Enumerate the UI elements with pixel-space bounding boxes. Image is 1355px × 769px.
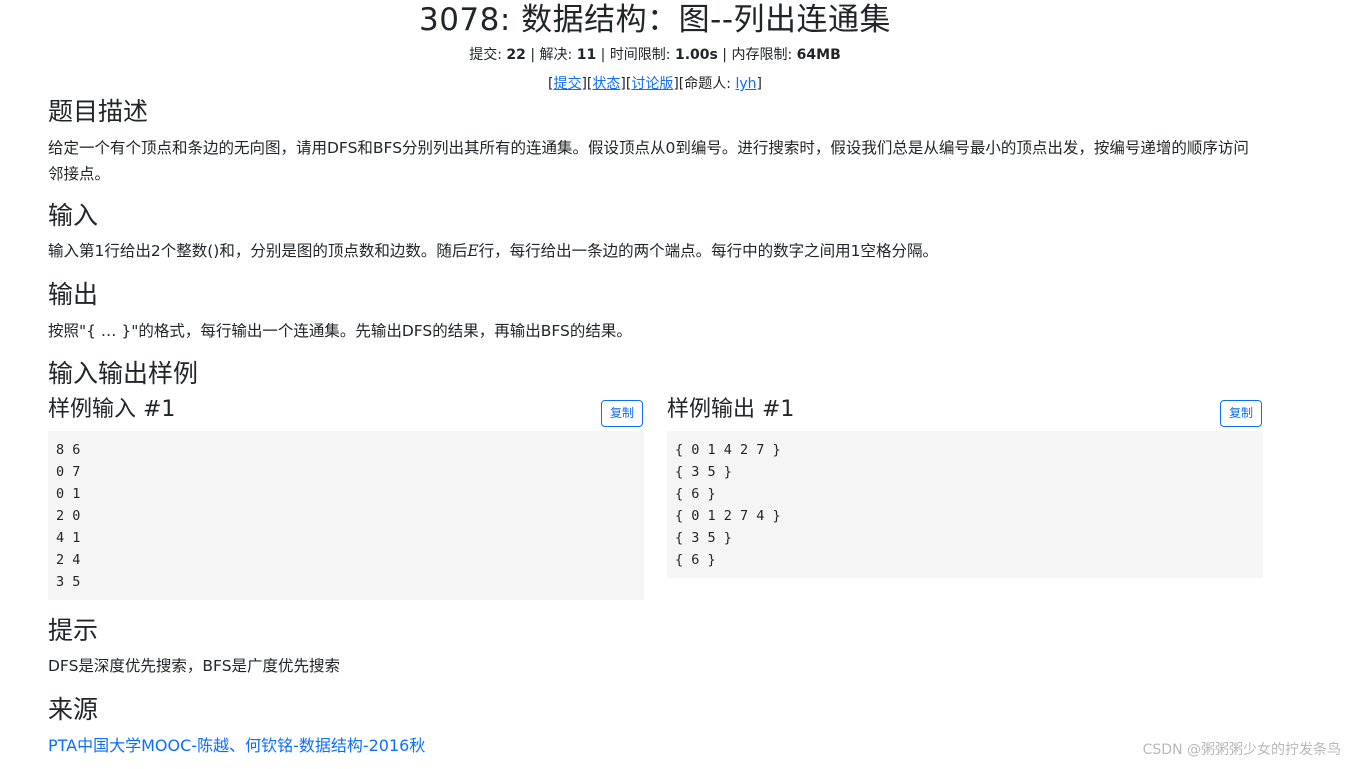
discuss-link[interactable]: 讨论版 xyxy=(631,76,673,92)
source-link[interactable]: PTA中国大学MOOC-陈越、何钦铭-数据结构-2016秋 xyxy=(48,734,425,758)
sample-input-line: 8 6 xyxy=(56,442,81,458)
sample-output-line: { 3 5 } xyxy=(675,530,732,546)
description-text: 给定一个有个顶点和条边的无向图，请用DFS和BFS分别列出其所有的连通集。假设顶… xyxy=(48,139,1249,183)
solved-count-label: 解决: xyxy=(539,47,577,63)
solved-count: 11 xyxy=(576,47,597,63)
hint-heading: 提示 xyxy=(48,616,99,645)
source-heading: 来源 xyxy=(48,695,99,724)
csdn-watermark: CSDN @粥粥粥少女的拧发条鸟 xyxy=(1142,742,1341,758)
sample-output-line: { 6 } xyxy=(675,486,716,502)
sample-output-line: { 6 } xyxy=(675,552,716,568)
sample-input-line: 0 1 xyxy=(56,486,81,502)
sample-output-heading: 样例输出 #1 xyxy=(667,397,795,422)
bracket: ][ xyxy=(581,76,593,92)
input-text: 输入第1行给出2个整数()和，分别是图的顶点数和边数。随后E行，每行给出一条边的… xyxy=(48,238,1258,264)
author-link[interactable]: lyh xyxy=(735,76,756,92)
sample-input-box: 8 6 0 7 0 1 2 0 4 1 2 4 3 5 xyxy=(48,431,644,600)
meta-separator: | xyxy=(525,47,540,63)
sample-input-heading: 样例输入 #1 xyxy=(48,397,176,422)
input-text-part2: 行，每行给出一条边的两个端点。每行中的数字之间用1空格分隔。 xyxy=(478,242,939,260)
description-heading: 题目描述 xyxy=(48,97,149,126)
status-link[interactable]: 状态 xyxy=(592,76,620,92)
sample-output-line: { 0 1 2 7 4 } xyxy=(675,508,781,524)
bracket: ][ xyxy=(673,76,685,92)
math-variable-e: E xyxy=(467,242,479,260)
sample-output-line: { 3 5 } xyxy=(675,464,732,480)
copy-input-button[interactable]: 复制 xyxy=(601,400,643,427)
sample-input-line: 4 1 xyxy=(56,530,81,546)
bracket: ][ xyxy=(620,76,632,92)
sample-input-line: 2 4 xyxy=(56,552,81,568)
submit-count-label: 提交: xyxy=(469,47,507,63)
hint-text: DFS是深度优先搜索，BFS是广度优先搜索 xyxy=(48,657,341,675)
sample-output-line: { 0 1 4 2 7 } xyxy=(675,442,781,458)
meta-separator: | xyxy=(596,47,610,63)
time-limit-value: 1.00s xyxy=(674,47,718,63)
input-heading: 输入 xyxy=(48,201,99,230)
time-limit-label: 时间限制: xyxy=(609,47,675,63)
problem-actions: [提交][状态][讨论版][命题人: lyh] xyxy=(0,73,1310,95)
page-title: 3078: 数据结构：图--列出连通集 xyxy=(418,2,892,38)
output-heading: 输出 xyxy=(48,280,99,309)
sample-output-box: { 0 1 4 2 7 } { 3 5 } { 6 } { 0 1 2 7 4 … xyxy=(667,431,1263,578)
sample-input-line: 0 7 xyxy=(56,464,81,480)
sample-input-line: 2 0 xyxy=(56,508,81,524)
problem-meta: 提交: 22 | 解决: 11 | 时间限制: 1.00s | 内存限制: 64… xyxy=(0,44,1310,66)
copy-output-button[interactable]: 复制 xyxy=(1220,400,1262,427)
meta-separator: | xyxy=(717,47,732,63)
bracket: ] xyxy=(756,76,762,92)
submit-count: 22 xyxy=(506,47,526,63)
author-label: 命题人: xyxy=(684,76,736,92)
memory-limit-label: 内存限制: xyxy=(731,47,797,63)
samples-heading: 输入输出样例 xyxy=(48,359,199,388)
output-text: 按照"{ … }"的格式，每行输出一个连通集。先输出DFS的结果，再输出BFS的… xyxy=(48,322,632,340)
input-text-part1: 输入第1行给出2个整数()和，分别是图的顶点数和边数。随后 xyxy=(48,242,468,260)
submit-link[interactable]: 提交 xyxy=(553,76,581,92)
memory-limit-value: 64MB xyxy=(796,47,841,63)
sample-input-line: 3 5 xyxy=(56,574,81,590)
